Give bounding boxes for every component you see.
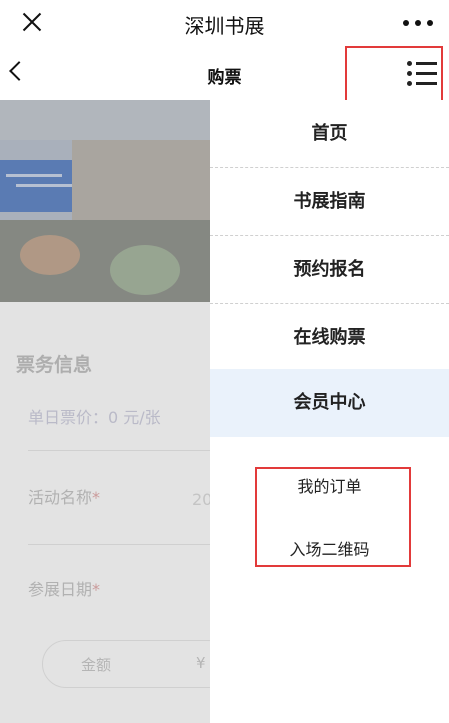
- menu-item-home[interactable]: 首页: [210, 100, 449, 168]
- page-header: 购票: [0, 44, 449, 106]
- submenu-item-my-orders[interactable]: 我的订单: [210, 473, 449, 497]
- drawer-menu: 首页 书展指南 预约报名 在线购票 会员中心 我的订单 入场二维码: [210, 100, 449, 723]
- menu-item-registration[interactable]: 预约报名: [210, 236, 449, 304]
- menu-item-guide[interactable]: 书展指南: [210, 168, 449, 236]
- top-bar: 深圳书展: [0, 0, 449, 44]
- app-title: 深圳书展: [184, 14, 265, 38]
- menu-button[interactable]: [345, 46, 443, 106]
- menu-item-buy-ticket[interactable]: 在线购票: [210, 304, 449, 372]
- menu-list-icon: [407, 60, 437, 86]
- menu-item-member-center[interactable]: 会员中心: [210, 369, 449, 437]
- more-icon[interactable]: [403, 20, 433, 26]
- overlay-mask[interactable]: [0, 100, 210, 723]
- submenu-item-entry-qrcode[interactable]: 入场二维码: [210, 536, 449, 560]
